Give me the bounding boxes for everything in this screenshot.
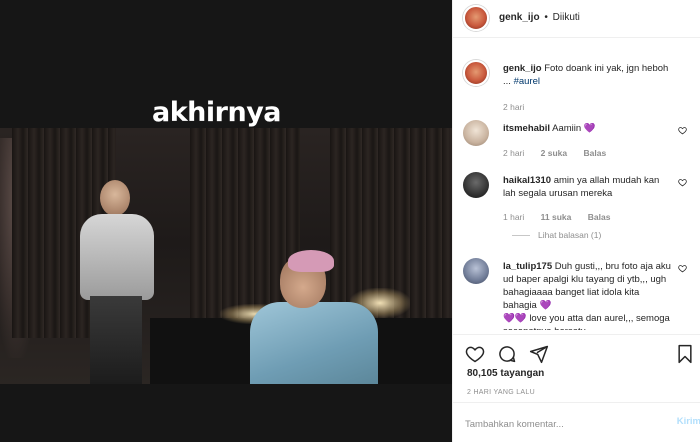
comment-meta: 1 hari 11 suka Balas bbox=[503, 212, 624, 222]
bookmark-icon[interactable] bbox=[675, 344, 695, 364]
like-comment-icon[interactable] bbox=[678, 264, 687, 273]
video-frame bbox=[0, 128, 452, 384]
avatar[interactable] bbox=[463, 120, 489, 146]
purple-heart-emoji: 💜 bbox=[539, 300, 552, 311]
send-button[interactable]: Kirim bbox=[677, 416, 700, 427]
reply-button[interactable]: Balas bbox=[588, 212, 611, 222]
comments-list[interactable]: genk_ijo Foto doank ini yak, jgn heboh .… bbox=[453, 48, 700, 330]
post-header: genk_ijo • Diikuti bbox=[453, 0, 700, 38]
add-comment-bar: Kirim bbox=[453, 402, 700, 442]
follow-status[interactable]: Diikuti bbox=[553, 12, 580, 23]
comment-body: Aamiin bbox=[552, 123, 582, 134]
post-sidebar: genk_ijo • Diikuti genk_ijo Foto doank i… bbox=[452, 0, 700, 442]
comment-text: la_tulip175 Duh gusti,,, bru foto aja ak… bbox=[503, 260, 673, 330]
heart-icon[interactable] bbox=[465, 344, 485, 364]
comment-username[interactable]: la_tulip175 bbox=[503, 261, 552, 272]
comment-likes[interactable]: 2 suka bbox=[541, 148, 567, 158]
avatar[interactable] bbox=[463, 60, 489, 86]
comment-text: itsmehabil Aamiin 💜 bbox=[503, 122, 673, 135]
separator-dot: • bbox=[544, 12, 548, 23]
comment-likes[interactable]: 11 suka bbox=[541, 212, 572, 222]
view-count[interactable]: 80,105 tayangan bbox=[467, 368, 544, 379]
post-media[interactable]: akhirnya bbox=[0, 0, 452, 442]
person-kneeling bbox=[240, 250, 380, 384]
person-standing bbox=[78, 180, 158, 384]
caption-text: genk_ijo Foto doank ini yak, jgn heboh .… bbox=[503, 62, 673, 88]
reply-button[interactable]: Balas bbox=[583, 148, 606, 158]
like-comment-icon[interactable] bbox=[678, 126, 687, 135]
like-comment-icon[interactable] bbox=[678, 178, 687, 187]
avatar[interactable] bbox=[463, 172, 489, 198]
comment-meta: 2 hari 2 suka Balas bbox=[503, 148, 620, 158]
caption-time: 2 hari bbox=[503, 102, 525, 112]
avatar[interactable] bbox=[463, 258, 489, 284]
caption-meta: 2 hari bbox=[503, 102, 538, 112]
comment-text: haikal1310 amin ya allah mudah kan lah s… bbox=[503, 174, 673, 200]
comment-username[interactable]: haikal1310 bbox=[503, 175, 551, 186]
comment-time: 2 hari bbox=[503, 148, 525, 158]
header-text: genk_ijo • Diikuti bbox=[499, 12, 580, 23]
comment-icon[interactable] bbox=[497, 344, 517, 364]
post-timestamp: 2 HARI YANG LALU bbox=[467, 389, 535, 396]
avatar[interactable] bbox=[463, 5, 489, 31]
comment-time: 1 hari bbox=[503, 212, 525, 222]
caption-username[interactable]: genk_ijo bbox=[503, 63, 542, 74]
add-comment-input[interactable] bbox=[465, 416, 645, 432]
video-caption-overlay: akhirnya bbox=[152, 97, 282, 128]
view-replies-link[interactable]: Lihat balasan (1) bbox=[512, 230, 601, 240]
purple-heart-emoji: 💜💜 bbox=[503, 313, 527, 324]
comment-body-continued: love you atta dan aurel,,, semoga secepa… bbox=[503, 313, 670, 330]
comment-username[interactable]: itsmehabil bbox=[503, 123, 550, 134]
share-icon[interactable] bbox=[529, 344, 549, 364]
author-username[interactable]: genk_ijo bbox=[499, 12, 540, 23]
hashtag-link[interactable]: #aurel bbox=[514, 76, 540, 87]
purple-heart-emoji: 💜 bbox=[583, 123, 596, 134]
